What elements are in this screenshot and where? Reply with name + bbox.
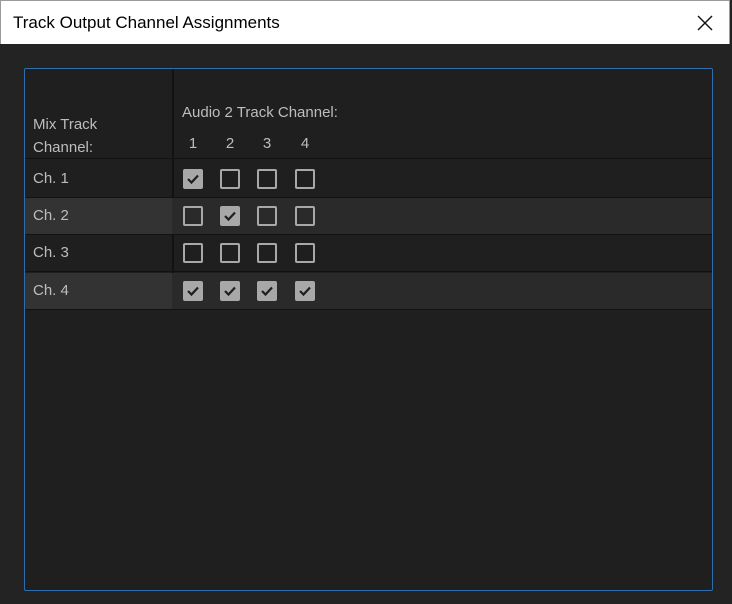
mix-track-header: Mix Track Channel:	[33, 113, 97, 159]
channel-assignment-panel: Mix Track Channel: Audio 2 Track Channel…	[24, 68, 713, 591]
row-label-cell: Ch. 2	[25, 198, 172, 234]
row-label: Ch. 2	[33, 207, 69, 224]
channel-checkbox[interactable]	[295, 169, 315, 189]
mix-track-header-line1: Mix Track	[33, 116, 98, 133]
column-number-1: 1	[188, 135, 198, 152]
channel-checkbox[interactable]	[220, 243, 240, 263]
row-divider	[25, 309, 712, 310]
row-label: Ch. 4	[33, 282, 69, 299]
column-number-3: 3	[262, 135, 272, 152]
table-row: Ch. 2	[25, 198, 712, 234]
checkmark-icon	[299, 286, 311, 297]
channel-checkbox[interactable]	[183, 206, 203, 226]
audio-track-header: Audio 2 Track Channel:	[182, 104, 338, 121]
channel-checkbox[interactable]	[295, 243, 315, 263]
channel-checkbox[interactable]	[257, 281, 277, 301]
checkmark-icon	[261, 286, 273, 297]
row-label-cell: Ch. 3	[25, 235, 172, 271]
channel-checkbox[interactable]	[183, 243, 203, 263]
channel-checkbox[interactable]	[183, 281, 203, 301]
table-row: Ch. 3	[25, 235, 712, 271]
checkmark-icon	[187, 286, 199, 297]
close-button[interactable]	[689, 7, 721, 39]
channel-checkbox[interactable]	[220, 169, 240, 189]
channel-checkbox[interactable]	[295, 281, 315, 301]
channel-checkbox[interactable]	[220, 206, 240, 226]
column-number-4: 4	[300, 135, 310, 152]
window-title: Track Output Channel Assignments	[13, 13, 280, 32]
channel-checkbox[interactable]	[183, 169, 203, 189]
column-number-2: 2	[225, 135, 235, 152]
checkmark-icon	[187, 174, 199, 185]
channel-checkbox[interactable]	[257, 206, 277, 226]
close-icon	[697, 15, 713, 31]
row-label-cell: Ch. 4	[25, 273, 172, 309]
channel-checkbox[interactable]	[220, 281, 240, 301]
dialog-window: Track Output Channel Assignments Mix Tra…	[0, 0, 732, 604]
channel-checkbox[interactable]	[257, 243, 277, 263]
channel-checkbox[interactable]	[257, 169, 277, 189]
title-bar: Track Output Channel Assignments	[0, 0, 730, 44]
table-row: Ch. 4	[25, 273, 712, 309]
header-divider	[25, 158, 712, 159]
checkmark-icon	[224, 211, 236, 222]
checkmark-icon	[224, 286, 236, 297]
mix-track-header-line2: Channel:	[33, 139, 94, 156]
table-row: Ch. 1	[25, 161, 712, 197]
row-label: Ch. 1	[33, 170, 69, 187]
channel-checkbox[interactable]	[295, 206, 315, 226]
row-divider	[25, 271, 712, 272]
row-label-cell: Ch. 1	[25, 161, 172, 197]
row-label: Ch. 3	[33, 244, 69, 261]
